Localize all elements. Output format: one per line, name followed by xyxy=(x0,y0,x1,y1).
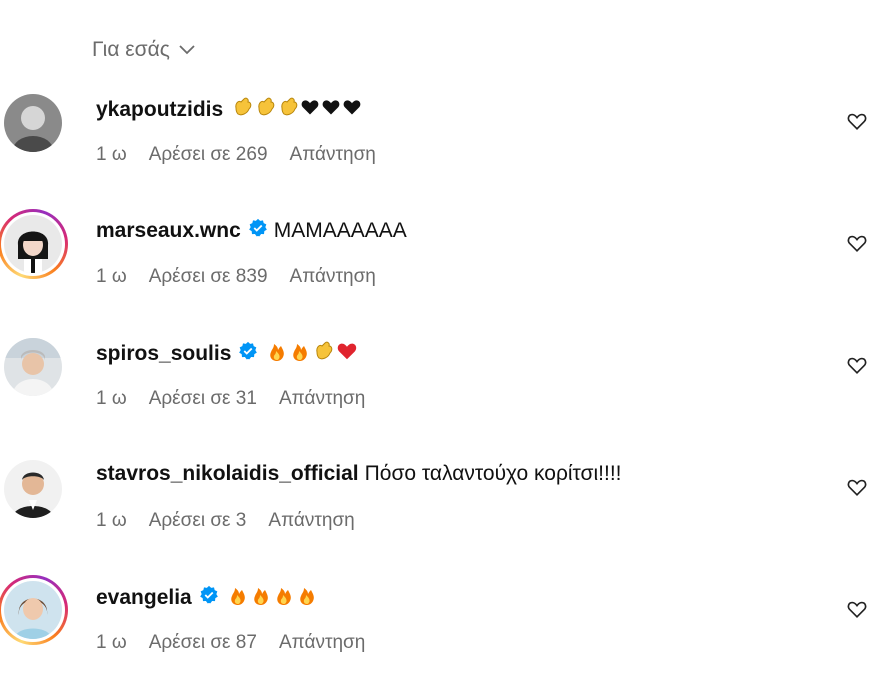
fire-emoji-icon xyxy=(289,340,311,368)
clap-emoji-icon xyxy=(231,96,253,124)
comment-time: 1 ω xyxy=(96,266,127,287)
chevron-down-icon xyxy=(178,44,196,56)
clap-emoji-icon xyxy=(312,340,334,368)
verified-badge-icon xyxy=(238,341,258,367)
reply-button[interactable]: Απάντηση xyxy=(290,266,376,288)
clap-emoji-icon xyxy=(277,96,299,124)
comment-time: 1 ω xyxy=(96,388,127,409)
black-heart-emoji-icon xyxy=(342,97,362,123)
reply-button[interactable]: Απάντηση xyxy=(290,144,376,166)
like-heart-icon[interactable] xyxy=(846,354,868,376)
comment-emojis xyxy=(231,96,362,124)
avatar xyxy=(4,581,62,639)
reply-button[interactable]: Απάντηση xyxy=(279,388,365,410)
black-heart-emoji-icon xyxy=(300,97,320,123)
fire-emoji-icon xyxy=(296,584,318,612)
comment-item: evangelia 1 ω Αρέσει σε 87 Απάντηση xyxy=(0,575,880,670)
verified-badge-icon xyxy=(248,218,268,244)
comment-username[interactable]: marseaux.wnc xyxy=(96,219,241,243)
comment-text: Πόσο ταλαντούχο κορίτσι!!!! xyxy=(364,462,622,485)
red-heart-emoji-icon xyxy=(335,340,359,368)
avatar xyxy=(4,215,62,273)
comment-likes-link[interactable]: Αρέσει σε 87 xyxy=(149,632,257,654)
clap-emoji-icon xyxy=(254,96,276,124)
verified-badge-icon xyxy=(199,585,219,611)
comment-time: 1 ω xyxy=(96,144,127,165)
like-heart-icon[interactable] xyxy=(846,598,868,620)
comment-username[interactable]: spiros_soulis xyxy=(96,342,231,366)
fire-emoji-icon xyxy=(227,584,249,612)
comment-emojis xyxy=(227,584,318,612)
comment-username[interactable]: evangelia xyxy=(96,586,192,610)
avatar[interactable] xyxy=(2,92,64,154)
comment-emojis xyxy=(266,340,359,368)
avatar[interactable] xyxy=(2,458,64,520)
avatar[interactable] xyxy=(2,336,64,398)
comment-likes-link[interactable]: Αρέσει σε 269 xyxy=(149,144,268,166)
avatar-story-ring[interactable] xyxy=(0,575,68,645)
fire-emoji-icon xyxy=(266,340,288,368)
comment-likes-link[interactable]: Αρέσει σε 3 xyxy=(149,510,247,532)
comment-item: ykapoutzidis 1 ω Αρέσει σε 269 Απάντηση xyxy=(0,92,880,182)
comment-time: 1 ω xyxy=(96,632,127,653)
filter-label: Για εσάς xyxy=(92,38,170,61)
like-heart-icon[interactable] xyxy=(846,476,868,498)
avatar-story-ring[interactable] xyxy=(0,209,68,279)
comment-likes-link[interactable]: Αρέσει σε 839 xyxy=(149,266,268,288)
like-heart-icon[interactable] xyxy=(846,110,868,132)
comment-text: MAMAAAAAA xyxy=(273,219,407,242)
comment-time: 1 ω xyxy=(96,510,127,531)
comment-username[interactable]: stavros_nikolaidis_official xyxy=(96,462,359,486)
comment-likes-link[interactable]: Αρέσει σε 31 xyxy=(149,388,257,410)
comment-item: spiros_soulis 1 ω Αρέσει σε 31 Απάντηση xyxy=(0,336,880,426)
reply-button[interactable]: Απάντηση xyxy=(279,632,365,654)
comment-item: marseaux.wnc MAMAAAAAA 1 ω Αρέσει σε 839… xyxy=(0,209,880,304)
black-heart-emoji-icon xyxy=(321,97,341,123)
comment-item: stavros_nikolaidis_official Πόσο ταλαντο… xyxy=(0,458,880,548)
comment-username[interactable]: ykapoutzidis xyxy=(96,98,223,122)
like-heart-icon[interactable] xyxy=(846,232,868,254)
fire-emoji-icon xyxy=(250,584,272,612)
fire-emoji-icon xyxy=(273,584,295,612)
reply-button[interactable]: Απάντηση xyxy=(268,510,354,532)
comment-filter-dropdown[interactable]: Για εσάς xyxy=(92,38,196,62)
